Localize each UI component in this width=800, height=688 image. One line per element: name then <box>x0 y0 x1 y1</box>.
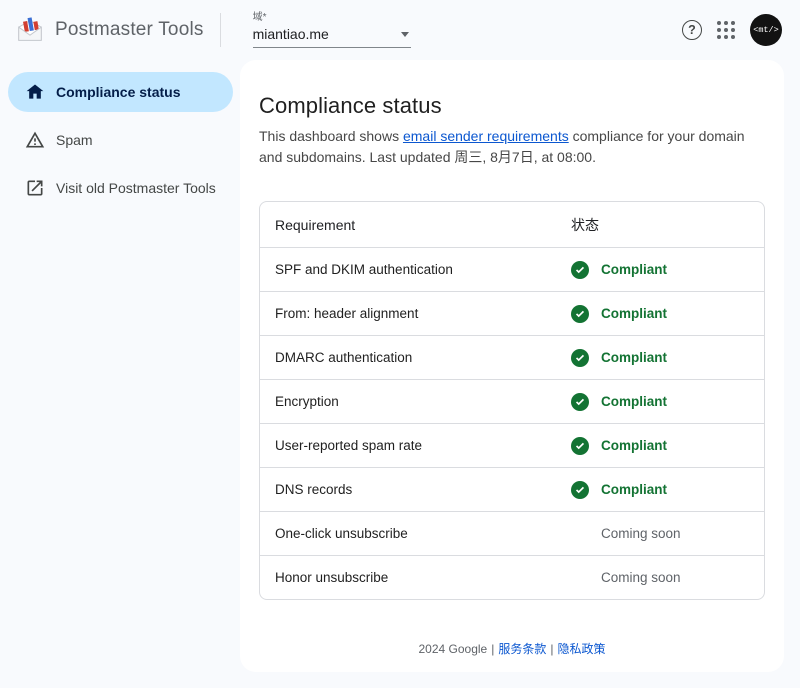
domain-value: miantiao.me <box>253 26 329 42</box>
status-label: Compliant <box>601 482 667 497</box>
requirement-cell: From: header alignment <box>260 306 571 321</box>
footer-privacy-link[interactable]: 隐私政策 <box>557 642 605 656</box>
status-cell: Compliant <box>571 481 764 499</box>
status-label: Coming soon <box>601 570 681 585</box>
sidebar-item-label: Spam <box>56 132 93 148</box>
sidebar-item-spam[interactable]: Spam <box>8 120 233 160</box>
topbar-divider <box>220 13 221 47</box>
footer-copyright: 2024 Google <box>418 642 487 656</box>
sidebar-item-visit-old-postmaster-tools[interactable]: Visit old Postmaster Tools <box>8 168 233 208</box>
sidebar: Compliance status Spam Visit old Postmas… <box>0 60 240 216</box>
check-circle-icon <box>571 393 589 411</box>
status-label: Compliant <box>601 438 667 453</box>
status-cell: Coming soon <box>571 525 764 543</box>
main-content-card: Compliance status This dashboard shows e… <box>240 60 784 672</box>
apps-grid-icon <box>717 21 735 39</box>
status-cell: Compliant <box>571 261 764 279</box>
footer-terms-link[interactable]: 服务条款 <box>498 642 546 656</box>
column-header-status: 状态 <box>571 215 764 235</box>
topbar-actions: ? <mt/> <box>682 14 800 46</box>
check-circle-icon <box>571 305 589 323</box>
sidebar-item-label: Compliance status <box>56 84 180 100</box>
home-icon <box>25 82 45 102</box>
status-label: Compliant <box>601 350 667 365</box>
status-label: Compliant <box>601 394 667 409</box>
table-row: SPF and DKIM authentication Compliant <box>260 247 764 291</box>
footer-separator: | <box>491 642 494 656</box>
table-row: Honor unsubscribe Coming soon <box>260 555 764 599</box>
table-row: Encryption Compliant <box>260 379 764 423</box>
page: Postmaster Tools 域* miantiao.me ? <mt/> <box>0 0 800 688</box>
footer: 2024 Google | 服务条款 | 隐私政策 <box>240 640 784 657</box>
requirement-cell: One-click unsubscribe <box>260 526 571 541</box>
page-description: This dashboard shows email sender requir… <box>259 126 765 168</box>
topbar: Postmaster Tools 域* miantiao.me ? <mt/> <box>0 0 800 60</box>
check-circle-icon <box>571 481 589 499</box>
app-title: Postmaster Tools <box>55 19 204 41</box>
table-row: One-click unsubscribe Coming soon <box>260 511 764 555</box>
sidebar-item-label: Visit old Postmaster Tools <box>56 180 216 196</box>
status-label: Coming soon <box>601 526 681 541</box>
chevron-down-icon[interactable] <box>401 32 409 37</box>
page-title: Compliance status <box>259 93 765 119</box>
table-row: From: header alignment Compliant <box>260 291 764 335</box>
footer-separator: | <box>550 642 553 656</box>
status-cell: Compliant <box>571 393 764 411</box>
warning-icon <box>25 130 45 150</box>
status-cell: Compliant <box>571 349 764 367</box>
status-cell: Coming soon <box>571 569 764 587</box>
postmaster-logo-icon <box>15 15 45 45</box>
domain-selector[interactable]: 域* miantiao.me <box>253 12 411 48</box>
status-label: Compliant <box>601 306 667 321</box>
requirement-cell: DNS records <box>260 482 571 497</box>
check-circle-icon <box>571 349 589 367</box>
account-avatar[interactable]: <mt/> <box>750 14 782 46</box>
requirement-cell: DMARC authentication <box>260 350 571 365</box>
requirement-cell: User-reported spam rate <box>260 438 571 453</box>
column-header-requirement: Requirement <box>260 217 571 233</box>
status-cell: Compliant <box>571 305 764 323</box>
help-button[interactable]: ? <box>682 20 702 40</box>
table-row: DMARC authentication Compliant <box>260 335 764 379</box>
check-circle-icon <box>571 261 589 279</box>
email-sender-requirements-link[interactable]: email sender requirements <box>403 128 569 144</box>
description-prefix: This dashboard shows <box>259 128 403 144</box>
requirement-cell: Honor unsubscribe <box>260 570 571 585</box>
status-cell: Compliant <box>571 437 764 455</box>
brand: Postmaster Tools <box>0 15 204 45</box>
domain-field-label: 域* <box>253 12 411 24</box>
requirement-cell: Encryption <box>260 394 571 409</box>
apps-grid-button[interactable] <box>717 21 735 39</box>
external-link-icon <box>25 178 45 198</box>
help-icon: ? <box>682 20 702 40</box>
status-label: Compliant <box>601 262 667 277</box>
table-header-row: Requirement 状态 <box>260 202 764 247</box>
table-row: DNS records Compliant <box>260 467 764 511</box>
requirement-cell: SPF and DKIM authentication <box>260 262 571 277</box>
compliance-table-body: SPF and DKIM authentication Compliant Fr… <box>260 247 764 599</box>
check-circle-icon <box>571 437 589 455</box>
table-row: User-reported spam rate Compliant <box>260 423 764 467</box>
compliance-table: Requirement 状态 SPF and DKIM authenticati… <box>259 201 765 600</box>
sidebar-item-compliance-status[interactable]: Compliance status <box>8 72 233 112</box>
